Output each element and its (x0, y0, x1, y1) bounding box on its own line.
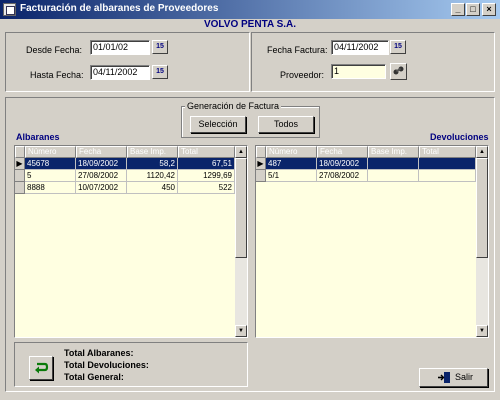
column-header-total[interactable]: Total (178, 146, 235, 158)
cell-base-imp[interactable]: 450 (127, 182, 178, 194)
desde-fecha-label: Desde Fecha: (26, 45, 83, 55)
cell-fecha[interactable]: 18/09/2002 (76, 158, 127, 170)
salir-label: Salir (455, 372, 474, 382)
devoluciones-grid[interactable]: Número Fecha Base Imp. Total ▶ 487 18/09… (255, 145, 489, 338)
cell-numero[interactable]: 487 (266, 158, 317, 170)
cell-base-imp[interactable]: 1120,42 (127, 170, 178, 182)
proveedor-label: Proveedor: (280, 70, 325, 80)
generacion-factura-title: Generación de Factura (185, 101, 282, 111)
refresh-button[interactable] (29, 356, 53, 380)
scroll-thumb[interactable] (235, 158, 247, 258)
row-indicator-icon (15, 170, 25, 182)
cell-numero[interactable]: 8888 (25, 182, 76, 194)
row-indicator-icon (15, 182, 25, 194)
scroll-down-arrow-icon[interactable]: ▼ (476, 325, 488, 337)
cell-base-imp[interactable] (368, 170, 419, 182)
scroll-down-arrow-icon[interactable]: ▼ (235, 325, 247, 337)
scroll-up-arrow-icon[interactable]: ▲ (476, 146, 488, 158)
fecha-factura-label: Fecha Factura: (267, 45, 328, 55)
cell-fecha[interactable]: 10/07/2002 (76, 182, 127, 194)
cell-base-imp[interactable] (368, 158, 419, 170)
total-albaranes-label: Total Albaranes: (64, 348, 134, 358)
total-general-label: Total General: (64, 372, 124, 382)
window-title: Facturación de albaranes de Proveedores (20, 3, 219, 14)
cell-total[interactable]: 1299,69 (178, 170, 235, 182)
fecha-factura-input[interactable]: 04/11/2002 (331, 40, 389, 55)
binoculars-icon (393, 66, 404, 75)
total-devoluciones-label: Total Devoluciones: (64, 360, 149, 370)
cell-fecha[interactable]: 18/09/2002 (317, 158, 368, 170)
title-bar[interactable]: Facturación de albaranes de Proveedores … (0, 0, 500, 19)
cell-numero[interactable]: 5 (25, 170, 76, 182)
albaranes-scrollbar[interactable]: ▲ ▼ (235, 146, 247, 337)
refresh-arrow-icon (35, 362, 49, 374)
calendar-icon[interactable]: 15 (390, 40, 406, 54)
table-row[interactable]: ▶ 45678 18/09/2002 58,2 67,51 (15, 158, 235, 170)
table-row[interactable]: 5/1 27/08/2002 (256, 170, 476, 182)
todos-button[interactable]: Todos (258, 116, 314, 133)
table-row[interactable]: 5 27/08/2002 1120,42 1299,69 (15, 170, 235, 182)
column-header-fecha[interactable]: Fecha (317, 146, 368, 158)
devoluciones-grid-header: Número Fecha Base Imp. Total (256, 146, 476, 158)
cell-total[interactable]: 67,51 (178, 158, 235, 170)
row-indicator-header (256, 146, 266, 158)
cell-total[interactable] (419, 158, 476, 170)
row-indicator-icon (256, 170, 266, 182)
proveedor-input[interactable]: 1 (331, 64, 386, 79)
maximize-button[interactable]: □ (466, 3, 480, 16)
close-button[interactable]: × (482, 3, 496, 16)
cell-total[interactable]: 522 (178, 182, 235, 194)
scroll-thumb[interactable] (476, 158, 488, 258)
devoluciones-title: Devoluciones (430, 132, 489, 142)
cell-numero[interactable]: 5/1 (266, 170, 317, 182)
cell-base-imp[interactable]: 58,2 (127, 158, 178, 170)
table-row[interactable]: 8888 10/07/2002 450 522 (15, 182, 235, 194)
hasta-fecha-label: Hasta Fecha: (30, 70, 84, 80)
app-icon (3, 3, 16, 16)
seleccion-button[interactable]: Selección (190, 116, 246, 133)
column-header-numero[interactable]: Número (266, 146, 317, 158)
column-header-fecha[interactable]: Fecha (76, 146, 127, 158)
row-indicator-icon: ▶ (256, 158, 266, 170)
scroll-up-arrow-icon[interactable]: ▲ (235, 146, 247, 158)
search-icon[interactable] (390, 63, 407, 80)
devoluciones-scrollbar[interactable]: ▲ ▼ (476, 146, 488, 337)
albaranes-grid[interactable]: Número Fecha Base Imp. Total ▶ 45678 18/… (14, 145, 248, 338)
desde-fecha-input[interactable]: 01/01/02 (90, 40, 150, 55)
table-row[interactable]: ▶ 487 18/09/2002 (256, 158, 476, 170)
row-indicator-header (15, 146, 25, 158)
cell-numero[interactable]: 45678 (25, 158, 76, 170)
date-filter-panel: Desde Fecha: 01/01/02 15 Hasta Fecha: 04… (5, 32, 250, 92)
cell-fecha[interactable]: 27/08/2002 (76, 170, 127, 182)
cell-fecha[interactable]: 27/08/2002 (317, 170, 368, 182)
row-indicator-icon: ▶ (15, 158, 25, 170)
column-header-base-imp[interactable]: Base Imp. (127, 146, 178, 158)
company-name: VOLVO PENTA S.A. (203, 19, 297, 30)
albaranes-title: Albaranes (16, 132, 60, 142)
albaranes-grid-header: Número Fecha Base Imp. Total (15, 146, 235, 158)
cell-total[interactable] (419, 170, 476, 182)
column-header-base-imp[interactable]: Base Imp. (368, 146, 419, 158)
calendar-icon[interactable]: 15 (152, 40, 168, 54)
salir-button[interactable]: Salir (419, 368, 488, 387)
column-header-numero[interactable]: Número (25, 146, 76, 158)
calendar-icon[interactable]: 15 (152, 65, 168, 79)
invoice-filter-panel: Fecha Factura: 04/11/2002 15 Proveedor: … (251, 32, 495, 92)
column-header-total[interactable]: Total (419, 146, 476, 158)
hasta-fecha-input[interactable]: 04/11/2002 (90, 65, 150, 80)
exit-door-icon (438, 372, 450, 383)
minimize-button[interactable]: _ (451, 3, 465, 16)
